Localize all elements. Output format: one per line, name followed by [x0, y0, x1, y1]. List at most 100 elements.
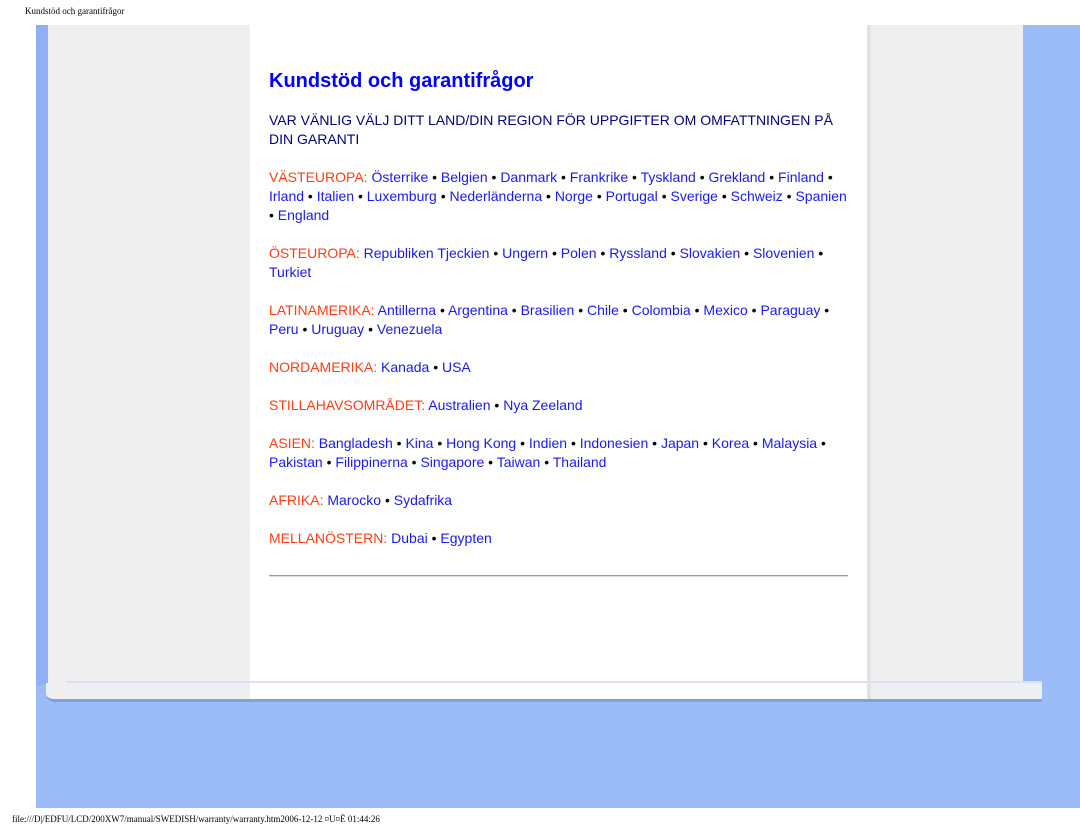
country-link[interactable]: Turkiet — [269, 264, 311, 280]
region-label: ÖSTEUROPA: — [269, 245, 360, 261]
separator-bullet: • — [491, 169, 497, 185]
country-link[interactable]: Uruguay — [311, 321, 364, 337]
page-title: Kundstöd och garantifrågor — [269, 70, 534, 92]
separator-bullet: • — [827, 169, 833, 185]
region-paragraph: AFRIKA: Marocko • Sydafrika — [269, 491, 849, 510]
separator-bullet: • — [494, 397, 500, 413]
country-link[interactable]: England — [278, 207, 329, 223]
separator-bullet: • — [570, 435, 576, 451]
country-link[interactable]: Malaysia — [762, 435, 817, 451]
left-blue-strip — [36, 25, 48, 685]
country-link[interactable]: Luxemburg — [367, 188, 437, 204]
separator-bullet: • — [411, 454, 417, 470]
country-link[interactable]: Nya Zeeland — [503, 397, 582, 413]
country-link[interactable]: Danmark — [500, 169, 557, 185]
separator-bullet: • — [820, 435, 826, 451]
separator-bullet: • — [769, 169, 775, 185]
separator-bullet: • — [493, 245, 499, 261]
country-link[interactable]: Chile — [587, 302, 619, 318]
country-link[interactable]: Argentina — [448, 302, 508, 318]
country-link[interactable]: Portugal — [606, 188, 658, 204]
separator-bullet: • — [744, 245, 750, 261]
country-link[interactable]: Hong Kong — [446, 435, 516, 451]
separator-bullet: • — [751, 302, 757, 318]
country-link[interactable]: Norge — [555, 188, 593, 204]
separator-bullet: • — [551, 245, 557, 261]
country-link[interactable]: Grekland — [709, 169, 766, 185]
country-link[interactable]: Slovakien — [680, 245, 741, 261]
region-paragraph: ASIEN: Bangladesh • Kina • Hong Kong • I… — [269, 434, 849, 472]
country-link[interactable]: Italien — [317, 188, 354, 204]
main-content: Kundstöd och garantifrågor VAR VÄNLIG VÄ… — [269, 68, 849, 548]
country-link[interactable]: Belgien — [441, 169, 488, 185]
country-link[interactable]: Ryssland — [609, 245, 667, 261]
horizontal-rule — [269, 575, 848, 577]
region-paragraph: NORDAMERIKA: Kanada • USA — [269, 358, 849, 377]
separator-bullet: • — [431, 530, 437, 546]
region-paragraph: LATINAMERIKA: Antillerna • Argentina • B… — [269, 301, 849, 339]
country-link[interactable]: Egypten — [440, 530, 491, 546]
separator-bullet: • — [488, 454, 494, 470]
separator-bullet: • — [622, 302, 628, 318]
separator-bullet: • — [632, 169, 637, 185]
country-link[interactable]: Australien — [428, 397, 490, 413]
country-link[interactable]: Finland — [778, 169, 824, 185]
country-link[interactable]: Singapore — [420, 454, 484, 470]
country-link[interactable]: Brasilien — [521, 302, 575, 318]
region-label: AFRIKA: — [269, 492, 324, 508]
country-link[interactable]: Colombia — [632, 302, 691, 318]
separator-bullet: • — [661, 188, 667, 204]
country-link[interactable]: Schweiz — [731, 188, 783, 204]
country-link[interactable]: Paraguay — [760, 302, 820, 318]
separator-bullet: • — [384, 492, 390, 508]
country-link[interactable]: Sverige — [670, 188, 717, 204]
separator-bullet: • — [699, 169, 705, 185]
region-label: STILLAHAVSOMRÅDET: — [269, 397, 426, 413]
separator-bullet: • — [753, 435, 758, 451]
country-link[interactable]: USA — [442, 359, 471, 375]
column-shadow — [867, 25, 871, 699]
region-paragraph: STILLAHAVSOMRÅDET: Australien • Nya Zeel… — [269, 396, 849, 415]
country-link[interactable]: Sydafrika — [394, 492, 452, 508]
country-link[interactable]: Dubai — [391, 530, 428, 546]
country-link[interactable]: Bangladesh — [319, 435, 393, 451]
region-label: LATINAMERIKA: — [269, 302, 375, 318]
separator-bullet: • — [818, 245, 824, 261]
separator-bullet: • — [396, 435, 402, 451]
country-link[interactable]: Slovenien — [753, 245, 815, 261]
country-link[interactable]: Pakistan — [269, 454, 323, 470]
country-link[interactable]: Thailand — [553, 454, 607, 470]
separator-bullet: • — [596, 188, 602, 204]
separator-bullet: • — [368, 321, 373, 337]
country-link[interactable]: Österrike — [371, 169, 428, 185]
country-link[interactable]: Mexico — [703, 302, 747, 318]
separator-bullet: • — [600, 245, 606, 261]
country-link[interactable]: Spanien — [795, 188, 846, 204]
country-link[interactable]: Kanada — [381, 359, 429, 375]
region-paragraph: VÄSTEUROPA: Österrike • Belgien • Danmar… — [269, 168, 849, 225]
country-link[interactable]: Japan — [661, 435, 699, 451]
country-link[interactable]: Irland — [269, 188, 304, 204]
country-link[interactable]: Antillerna — [378, 302, 436, 318]
region-label: ASIEN: — [269, 435, 315, 451]
separator-bullet: • — [694, 302, 700, 318]
country-link[interactable]: Korea — [712, 435, 749, 451]
country-link[interactable]: Tyskland — [641, 169, 696, 185]
country-link[interactable]: Venezuela — [377, 321, 442, 337]
country-link[interactable]: Indien — [529, 435, 567, 451]
country-link[interactable]: Frankrike — [570, 169, 628, 185]
country-link[interactable]: Ungern — [502, 245, 548, 261]
separator-bullet: • — [652, 435, 658, 451]
separator-bullet: • — [578, 302, 584, 318]
separator-bullet: • — [439, 302, 445, 318]
separator-bullet: • — [703, 435, 708, 451]
country-link[interactable]: Nederländerna — [450, 188, 543, 204]
country-link[interactable]: Republiken Tjeckien — [364, 245, 490, 261]
country-link[interactable]: Polen — [561, 245, 597, 261]
country-link[interactable]: Marocko — [327, 492, 381, 508]
country-link[interactable]: Peru — [269, 321, 299, 337]
country-link[interactable]: Filippinerna — [335, 454, 407, 470]
country-link[interactable]: Taiwan — [497, 454, 541, 470]
country-link[interactable]: Indonesien — [580, 435, 649, 451]
country-link[interactable]: Kina — [405, 435, 433, 451]
